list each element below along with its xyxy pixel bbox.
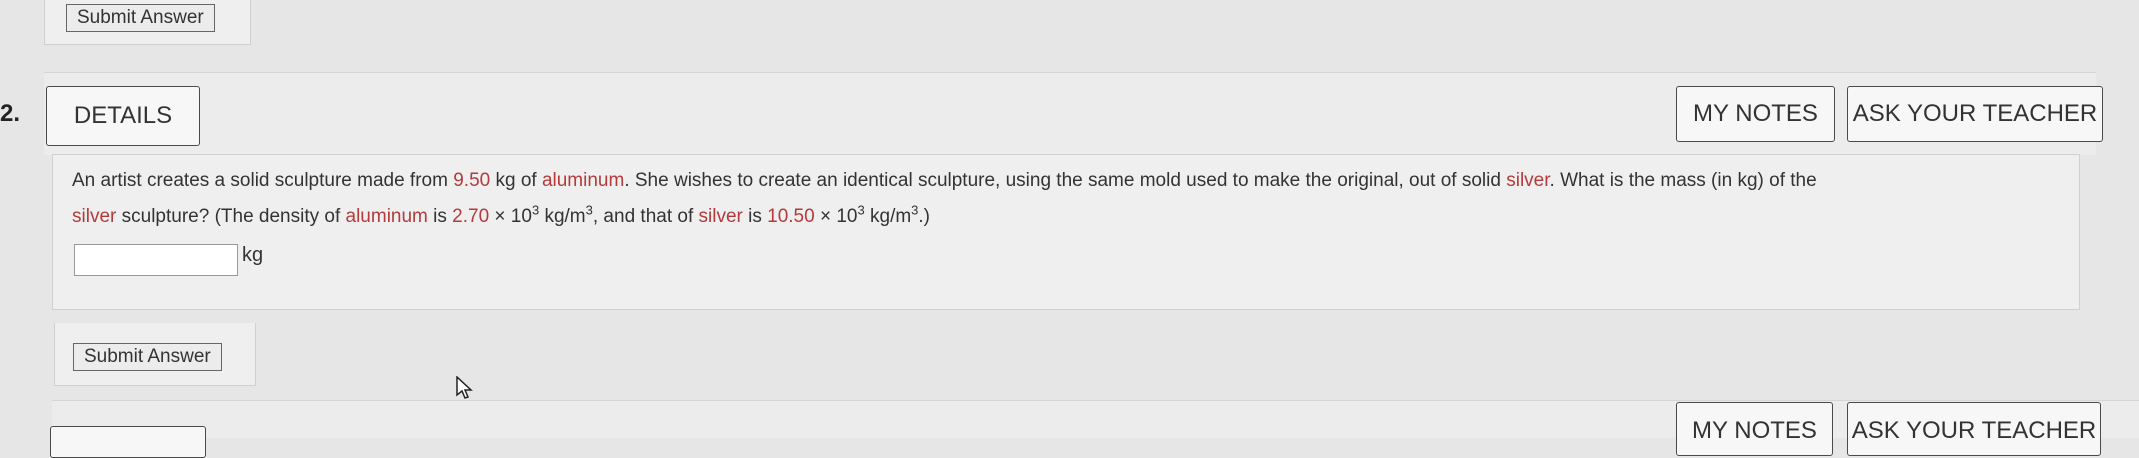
next-ask-your-teacher-button[interactable]: ASK YOUR TEACHER (1847, 402, 2101, 456)
ask-your-teacher-button[interactable]: ASK YOUR TEACHER (1847, 86, 2103, 142)
my-notes-button[interactable]: MY NOTES (1676, 86, 1835, 142)
density-aluminum: 2.70 (452, 206, 490, 227)
next-my-notes-button[interactable]: MY NOTES (1676, 402, 1833, 456)
question-text: An artist creates a solid sculpture made… (72, 170, 1817, 227)
details-button[interactable]: DETAILS (46, 86, 200, 146)
question-number: 2. (0, 100, 21, 127)
mouse-cursor-icon (456, 376, 473, 399)
answer-input[interactable] (74, 244, 238, 276)
next-details-button[interactable] (50, 426, 206, 458)
submit-answer-button[interactable]: Submit Answer (73, 343, 222, 371)
mass-value: 9.50 (453, 170, 491, 191)
density-silver: 10.50 (767, 206, 815, 227)
answer-unit: kg (242, 244, 264, 266)
previous-submit-answer-button[interactable]: Submit Answer (66, 4, 215, 32)
